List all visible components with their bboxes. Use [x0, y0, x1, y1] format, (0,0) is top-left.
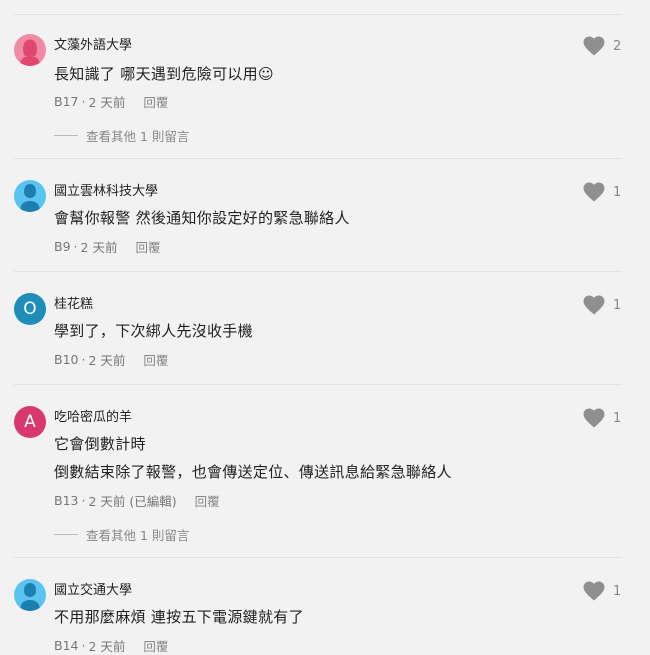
- reply-button[interactable]: 回覆: [195, 491, 220, 510]
- comment-divider: [14, 557, 622, 558]
- floor-number: B13: [54, 493, 79, 508]
- comment-divider: [14, 158, 622, 159]
- floor-number: B17: [54, 94, 79, 109]
- dash-icon: [54, 135, 78, 136]
- author-name[interactable]: 文藻外語大學: [54, 34, 132, 53]
- comment-item: O 桂花糕 學到了，下次綁人先沒收手機 B10 · 2 天前 回覆 1: [0, 293, 650, 385]
- comment-meta: B10 · 2 天前 回覆: [54, 350, 169, 369]
- like-count: 1: [613, 297, 622, 313]
- avatar-letter: O: [23, 299, 37, 319]
- comment-meta: B13 · 2 天前 (已編輯) 回覆: [54, 491, 220, 510]
- reply-button[interactable]: 回覆: [143, 636, 168, 655]
- comment-text: 學到了，下次綁人先沒收手機: [54, 322, 253, 340]
- like-count: 1: [613, 410, 622, 426]
- view-more-replies[interactable]: 查看其他 1 則留言: [54, 525, 189, 544]
- heart-icon: [583, 408, 605, 428]
- author-name[interactable]: 桂花糕: [54, 293, 93, 312]
- comment-item: A 吃哈密瓜的羊 它會倒數計時 倒數結束除了報警，也會傳送定位、傳送訊息給緊急聯…: [0, 406, 650, 558]
- comment-text-line-1: 它會倒數計時: [54, 435, 146, 453]
- like-count: 1: [613, 184, 622, 200]
- comment-item: 國立交通大學 不用那麼麻煩 連按五下電源鍵就有了 B14 · 2 天前 回覆 1: [0, 579, 650, 654]
- view-more-label: 查看其他 1 則留言: [86, 528, 190, 543]
- top-divider: [14, 14, 622, 15]
- heart-icon: [583, 36, 605, 56]
- comment-text-line-2: 倒數結束除了報警，也會傳送定位、傳送訊息給緊急聯絡人: [54, 463, 452, 481]
- reply-button[interactable]: 回覆: [143, 350, 168, 369]
- male-user-icon: [20, 184, 40, 212]
- dash-icon: [54, 534, 78, 535]
- avatar[interactable]: A: [14, 406, 46, 438]
- timestamp: 2 天前: [88, 95, 126, 110]
- like-button[interactable]: 1: [583, 408, 621, 428]
- male-user-icon: [20, 583, 40, 611]
- edited-label: (已編輯): [129, 494, 177, 509]
- heart-icon: [583, 182, 605, 202]
- comment-item: 國立雲林科技大學 會幫你報警 然後通知你設定好的緊急聯絡人 B9 · 2 天前 …: [0, 180, 650, 272]
- avatar[interactable]: [14, 579, 46, 611]
- comment-text: 長知識了 哪天遇到危險可以用☺: [54, 65, 274, 83]
- heart-icon: [583, 581, 605, 601]
- comment-item: 文藻外語大學 長知識了 哪天遇到危險可以用☺ B17 · 2 天前 回覆 查看其…: [0, 34, 650, 159]
- comment-meta: B14 · 2 天前 回覆: [54, 636, 169, 655]
- like-button[interactable]: 2: [583, 36, 621, 56]
- floor-number: B9: [54, 239, 71, 254]
- timestamp: 2 天前: [80, 240, 118, 255]
- avatar[interactable]: [14, 180, 46, 212]
- view-more-replies[interactable]: 查看其他 1 則留言: [54, 126, 189, 145]
- floor-number: B14: [54, 638, 79, 653]
- author-name[interactable]: 國立雲林科技大學: [54, 180, 158, 199]
- comment-divider: [14, 271, 622, 272]
- author-name[interactable]: 國立交通大學: [54, 579, 132, 598]
- like-count: 2: [613, 38, 622, 54]
- avatar[interactable]: [14, 34, 46, 66]
- heart-icon: [583, 295, 605, 315]
- comment-meta: B17 · 2 天前 回覆: [54, 92, 169, 111]
- reply-button[interactable]: 回覆: [143, 92, 168, 111]
- reply-button[interactable]: 回覆: [135, 237, 160, 256]
- comment-meta: B9 · 2 天前 回覆: [54, 237, 161, 256]
- comment-text: 會幫你報警 然後通知你設定好的緊急聯絡人: [54, 209, 350, 227]
- timestamp: 2 天前: [88, 494, 126, 509]
- timestamp: 2 天前: [88, 353, 126, 368]
- like-button[interactable]: 1: [583, 581, 621, 601]
- comment-divider: [14, 384, 622, 385]
- like-button[interactable]: 1: [583, 182, 621, 202]
- timestamp: 2 天前: [88, 639, 126, 654]
- like-count: 1: [613, 583, 622, 599]
- view-more-label: 查看其他 1 則留言: [86, 129, 190, 144]
- like-button[interactable]: 1: [583, 295, 621, 315]
- avatar-letter: A: [24, 412, 36, 432]
- avatar[interactable]: O: [14, 293, 46, 325]
- female-user-icon: [20, 39, 40, 66]
- floor-number: B10: [54, 352, 79, 367]
- comment-text: 不用那麼麻煩 連按五下電源鍵就有了: [54, 608, 304, 626]
- author-name[interactable]: 吃哈密瓜的羊: [54, 406, 132, 425]
